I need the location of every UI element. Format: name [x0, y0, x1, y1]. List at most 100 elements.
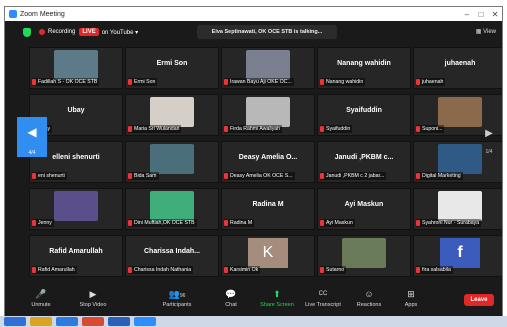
taskbar-explorer-icon[interactable]: [30, 317, 52, 326]
muted-microphone-icon: [320, 219, 324, 226]
unmute-button[interactable]: 🎤 Unmute: [19, 289, 63, 308]
participant-tile[interactable]: Ayi Maskun Ayi Maskun: [317, 188, 411, 230]
muted-microphone-icon: [32, 266, 36, 273]
participant-label-text: Karsimin Ok: [230, 267, 259, 273]
participant-name-label: Digital Marketing: [416, 172, 463, 180]
participant-tile[interactable]: f fira salsabila: [413, 235, 502, 277]
participant-tile[interactable]: Syahroni Nur - Surabaya: [413, 188, 502, 230]
participant-display-name: Rafid Amarullah: [49, 247, 103, 255]
participant-display-name: Ayi Maskun: [344, 200, 384, 208]
participant-label-text: Bida Sam: [134, 173, 157, 179]
leave-button[interactable]: Leave: [464, 294, 494, 306]
muted-microphone-icon: [320, 172, 324, 179]
next-page-indicator: 1/4: [485, 149, 493, 155]
participant-display-name: Deasy Amelia O...: [238, 153, 298, 161]
participant-video: [150, 97, 194, 127]
participant-tile[interactable]: Charissa Indah... Charissa Indah Nathania: [125, 235, 219, 277]
window-title: Zoom Meeting: [20, 10, 65, 18]
participant-label-text: Rafid Amarullah: [38, 267, 75, 273]
participant-video: [150, 144, 194, 174]
muted-microphone-icon: [416, 266, 420, 273]
view-button[interactable]: ▦ View: [476, 28, 496, 35]
participant-video: [342, 238, 386, 268]
participant-label-text: Ermi Son: [134, 79, 156, 85]
taskbar-chrome-icon[interactable]: [82, 317, 104, 326]
participant-tile[interactable]: Deasy Amelia O... Deasy Amelia OK OCE S..…: [221, 141, 315, 183]
muted-microphone-icon: [128, 266, 132, 273]
participant-tile[interactable]: Maria Sri Wulandari: [125, 94, 219, 136]
meeting-top-bar: Recording LIVE on YouTube ▾ Elva Septina…: [5, 21, 502, 43]
taskbar-word-icon[interactable]: [108, 317, 130, 326]
participant-label-text: Ayi Maskun: [326, 220, 353, 226]
taskbar-edge-icon[interactable]: [56, 317, 78, 326]
participant-label-text: Janudi ,PKBM c 2 jabar...: [326, 173, 385, 179]
stop-video-button[interactable]: ▶ Stop Video: [71, 289, 115, 308]
reactions-button[interactable]: ☺ Reactions: [347, 289, 391, 308]
muted-microphone-icon: [224, 266, 228, 273]
recording-icon: [39, 29, 45, 35]
closed-caption-icon: CC: [318, 291, 328, 297]
participant-label-text: juhaenah: [422, 79, 444, 85]
participant-label-text: Digital Marketing: [422, 173, 461, 179]
apps-button[interactable]: ⊞ Apps: [389, 289, 433, 308]
participant-name-label: Rafid Amarullah: [32, 266, 77, 274]
muted-microphone-icon: [128, 78, 132, 85]
participant-avatar: K: [248, 238, 288, 268]
live-badge: LIVE: [79, 28, 99, 36]
participant-tile[interactable]: Irawan Bayu Aji OKE OC...: [221, 47, 315, 89]
participant-avatar: f: [440, 238, 480, 268]
participant-name-label: Syahroni Nur - Surabaya: [416, 219, 482, 227]
maximize-button[interactable]: □: [474, 10, 488, 19]
participant-name-label: Karsimin Ok: [224, 266, 261, 274]
participant-video: [438, 191, 482, 221]
participants-glyph: 👥: [168, 289, 180, 299]
security-shield-icon[interactable]: [23, 27, 31, 37]
participant-tile[interactable]: Rafid Amarullah Rafid Amarullah: [29, 235, 123, 277]
smiley-face-icon: ☺: [364, 289, 374, 299]
chat-button[interactable]: 💬 Chat: [209, 289, 253, 308]
reactions-label: Reactions: [356, 302, 382, 308]
participant-tile[interactable]: juhaenah juhaenah: [413, 47, 502, 89]
close-button[interactable]: ✕: [488, 10, 502, 19]
share-screen-label: Share Screen: [260, 302, 294, 308]
live-transcript-button[interactable]: CC Live Transcript: [301, 289, 345, 308]
share-screen-icon: ⬆: [273, 289, 281, 299]
participants-label: Participants: [162, 302, 192, 308]
participant-name-label: Dini Muftiah,OK OCE STB: [128, 219, 197, 227]
participant-tile[interactable]: Radina M Radina M: [221, 188, 315, 230]
participant-tile[interactable]: Sutarno: [317, 235, 411, 277]
participant-tile[interactable]: K Karsimin Ok: [221, 235, 315, 277]
participant-label-text: Suponi...: [422, 126, 443, 132]
previous-page-button[interactable]: ◀ 4/4: [17, 117, 47, 157]
live-stream-dropdown[interactable]: on YouTube ▾: [102, 29, 139, 36]
share-screen-button[interactable]: ⬆ Share Screen: [255, 289, 299, 308]
next-page-button[interactable]: ▶ 1/4: [482, 121, 496, 155]
taskbar-start-icon[interactable]: [4, 317, 26, 326]
muted-microphone-icon: [32, 172, 36, 179]
participant-tile[interactable]: Firda Rahmi Awaliyah: [221, 94, 315, 136]
muted-microphone-icon: [32, 219, 36, 226]
taskbar-zoom-icon[interactable]: [134, 317, 156, 326]
participant-display-name: juhaenah: [444, 59, 476, 67]
participant-tile[interactable]: Jenny: [29, 188, 123, 230]
participant-tile[interactable]: Ermi Son Ermi Son: [125, 47, 219, 89]
participant-tile[interactable]: Bida Sam: [125, 141, 219, 183]
participant-label-text: Irawan Bayu Aji OKE OC...: [230, 79, 292, 85]
participant-tile[interactable]: Syaifuddin Syaifuddin: [317, 94, 411, 136]
participant-label-text: Jenny: [38, 220, 52, 226]
participant-display-name: Charissa Indah...: [143, 247, 201, 255]
participants-count: 96: [179, 293, 186, 299]
minimize-button[interactable]: –: [460, 10, 474, 19]
participant-label-text: Fadillah S - OK OCE STB: [38, 79, 98, 85]
recording-label[interactable]: Recording: [48, 29, 75, 35]
participant-name-label: Radina M: [224, 219, 255, 227]
muted-microphone-icon: [32, 78, 36, 85]
participant-display-name: Janudi ,PKBM c...: [334, 153, 394, 161]
participant-label-text: Radina M: [230, 220, 253, 226]
participant-tile[interactable]: Nanang wahidin Nanang wahidin: [317, 47, 411, 89]
participant-name-label: Bida Sam: [128, 172, 159, 180]
participant-tile[interactable]: Dini Muftiah,OK OCE STB: [125, 188, 219, 230]
participant-tile[interactable]: Fadillah S - OK OCE STB: [29, 47, 123, 89]
participants-button[interactable]: 👥96 Participants: [155, 289, 199, 308]
participant-tile[interactable]: Janudi ,PKBM c... Janudi ,PKBM c 2 jabar.…: [317, 141, 411, 183]
